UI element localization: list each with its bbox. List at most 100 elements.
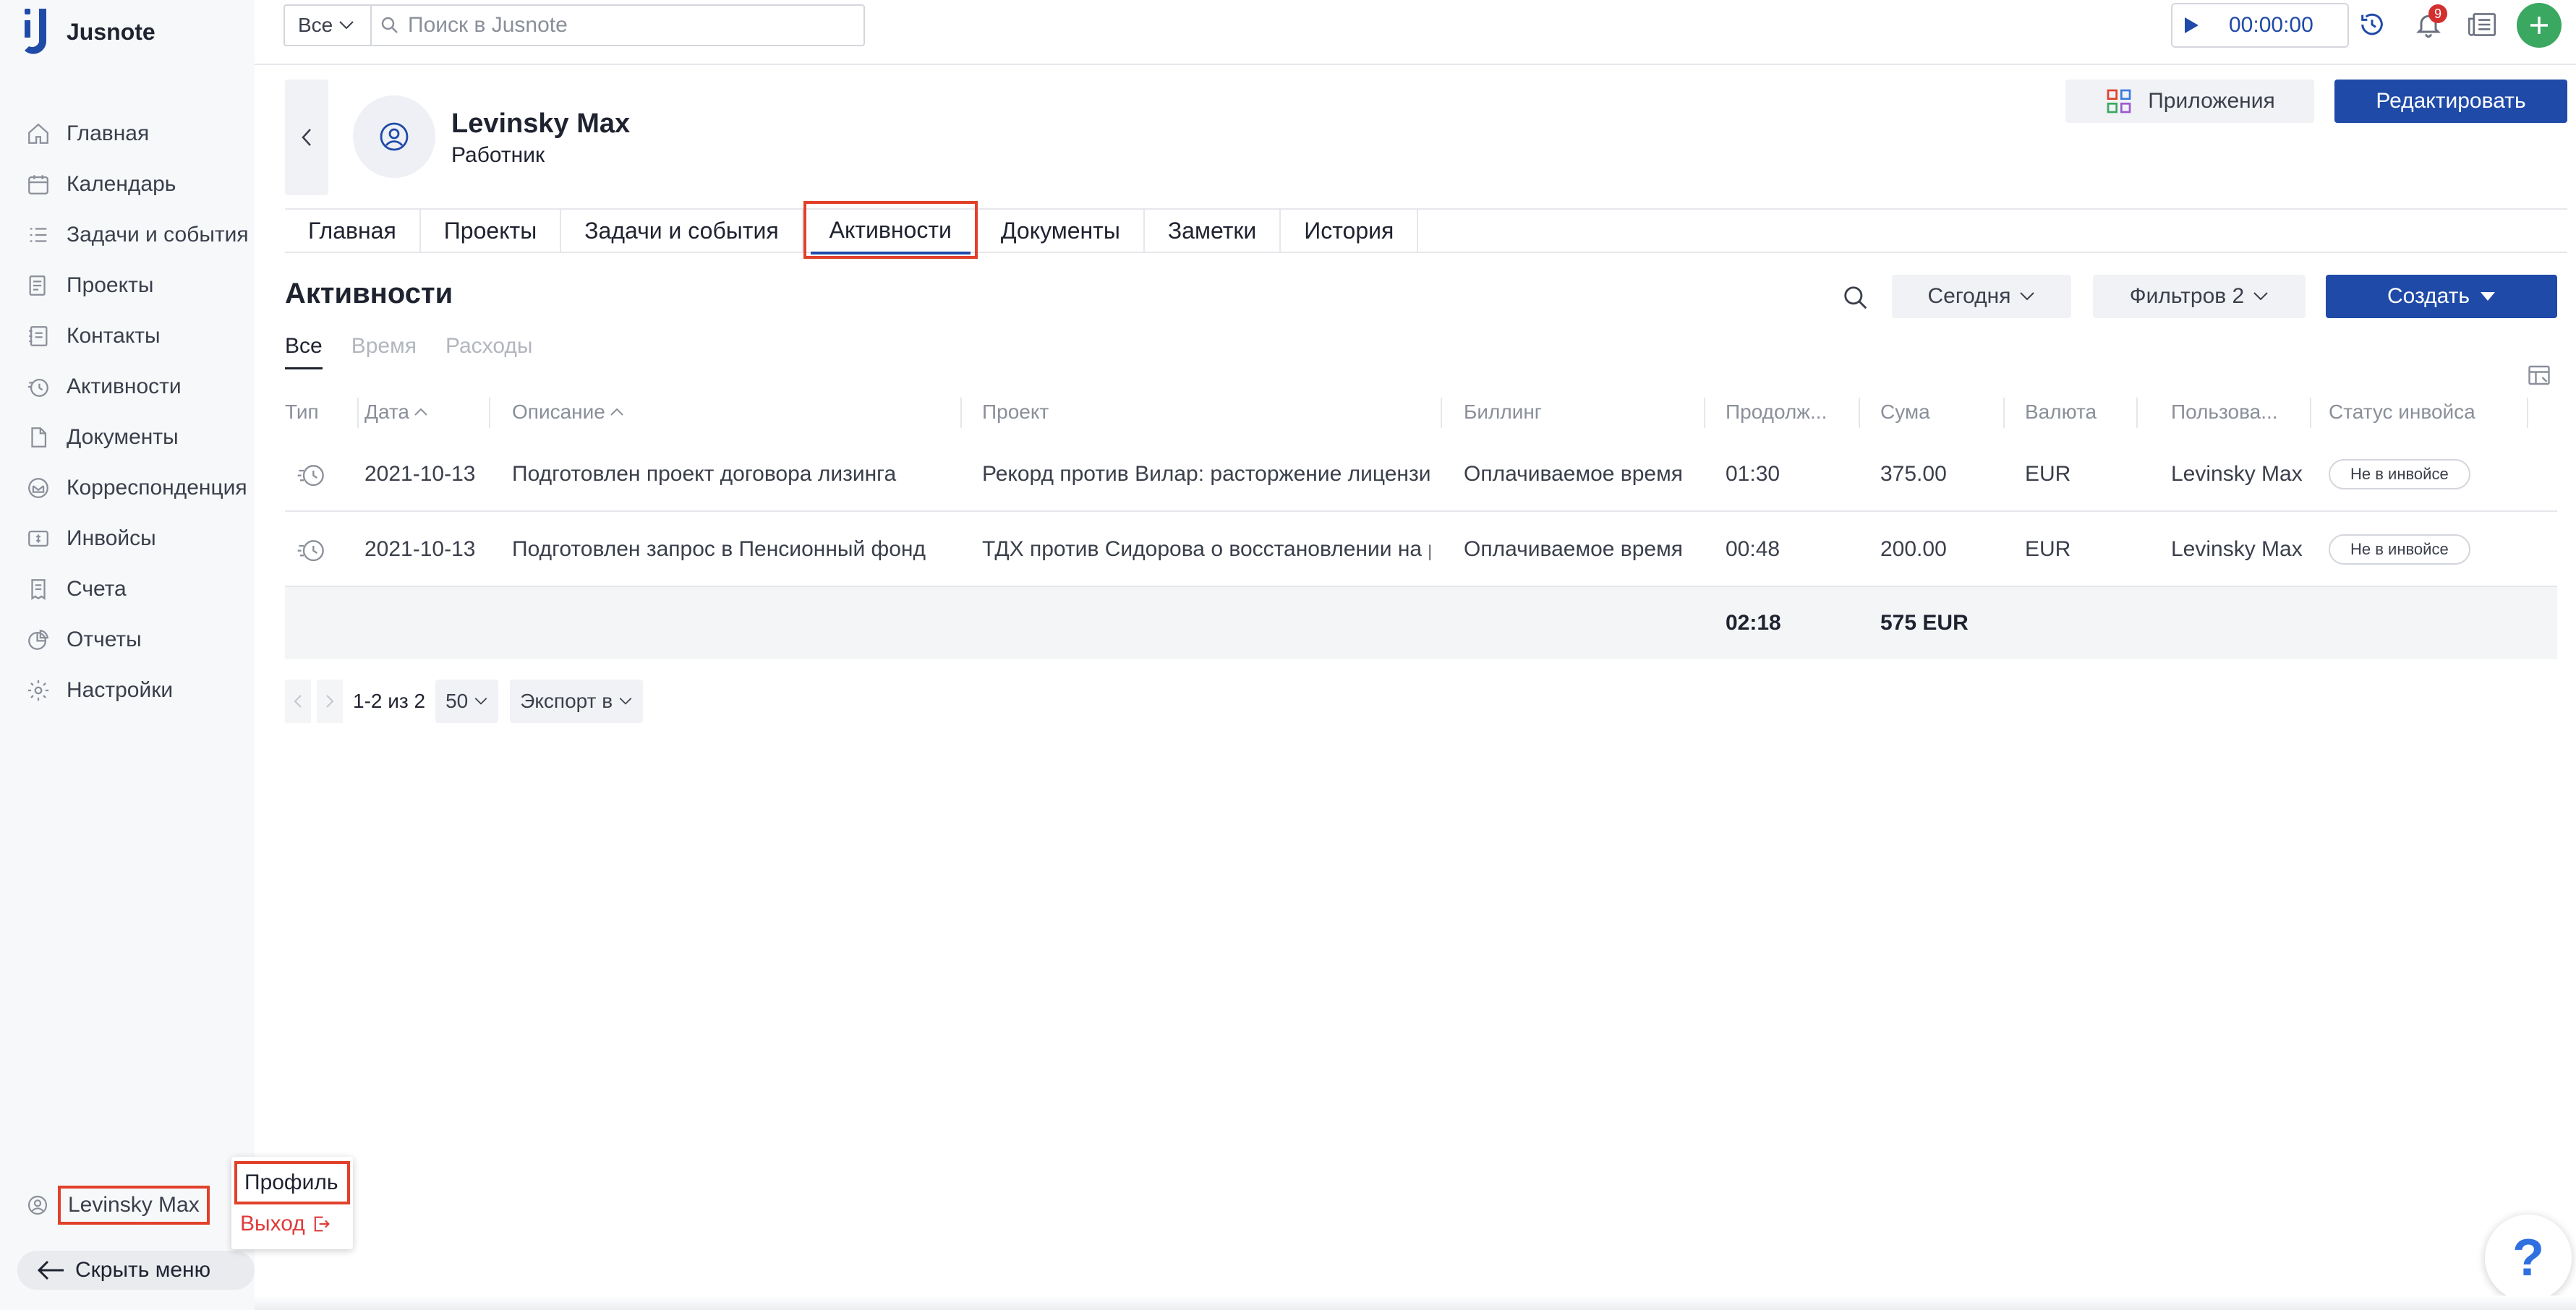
subtab-all[interactable]: Все [285, 334, 323, 369]
sidebar-item-projects[interactable]: Проекты [0, 260, 255, 311]
current-user[interactable]: Levinsky Max [26, 1186, 210, 1225]
column-divider[interactable] [1859, 398, 1860, 428]
time-tracker: 00:00:00 [2171, 3, 2349, 48]
person-name: Levinsky Max [451, 108, 631, 139]
notifications-button[interactable]: 9 [2410, 4, 2447, 43]
profile-menu-item[interactable]: Профиль [234, 1161, 350, 1204]
create-label: Создать [2387, 284, 2470, 308]
period-select[interactable]: Сегодня [1892, 275, 2071, 318]
row-invoice-status: Не в инвойсе [2329, 512, 2470, 587]
activities-table: Тип Дата Описание Проект Биллинг Продолж… [285, 390, 2557, 659]
subtab-time[interactable]: Время [351, 334, 417, 369]
table-row[interactable]: 2021-10-13 Подготовлен запрос в Пенсионн… [285, 512, 2557, 587]
play-icon[interactable] [2183, 16, 2200, 35]
search-icon [1844, 286, 1867, 309]
tab-tasks[interactable]: Задачи и события [561, 210, 803, 252]
search-input[interactable] [408, 13, 842, 38]
apps-button[interactable]: Приложения [2065, 80, 2314, 123]
calendar-icon [28, 175, 48, 194]
user-name[interactable]: Levinsky Max [58, 1186, 210, 1225]
column-header-project[interactable]: Проект [982, 401, 1049, 424]
sidebar-item-invoices[interactable]: Инвойсы [0, 513, 255, 564]
chevron-down-icon [339, 21, 354, 30]
sidebar-item-activities[interactable]: Активности [0, 361, 255, 412]
user-icon [27, 1195, 48, 1215]
column-header-invoice-status[interactable]: Статус инвойса [2329, 401, 2475, 424]
tab-history[interactable]: История [1281, 210, 1419, 252]
column-settings-button[interactable] [2522, 359, 2556, 392]
column-divider[interactable] [960, 398, 962, 428]
row-billing: Оплачиваемое время [1464, 462, 1683, 486]
quick-add-button[interactable] [2517, 3, 2562, 48]
section-search-button[interactable] [1837, 279, 1875, 317]
sidebar-item-label: Инвойсы [67, 526, 156, 550]
column-divider[interactable] [2003, 398, 2005, 428]
hide-menu-button[interactable]: Скрыть меню [17, 1251, 255, 1290]
time-entry-icon [295, 437, 327, 512]
back-button[interactable] [285, 80, 328, 195]
help-button[interactable]: ? [2485, 1215, 2572, 1301]
time-history-button[interactable] [2353, 6, 2391, 43]
sidebar: Jusnote Главная Календарь Задачи и событ… [0, 0, 255, 1310]
user-icon [380, 122, 409, 151]
column-divider[interactable] [1441, 398, 1442, 428]
app-logo[interactable]: Jusnote [22, 6, 155, 58]
sidebar-item-contacts[interactable]: Контакты [0, 311, 255, 361]
row-project[interactable]: Рекорд против Вилар: расторжение лицензи… [982, 437, 1430, 512]
chevron-down-icon [2020, 292, 2035, 301]
tab-main[interactable]: Главная [285, 210, 421, 252]
column-divider[interactable] [2310, 398, 2311, 428]
tab-notes[interactable]: Заметки [1145, 210, 1281, 252]
next-page-button[interactable] [317, 680, 343, 723]
tab-projects[interactable]: Проекты [421, 210, 562, 252]
status-badge: Не в инвойсе [2329, 534, 2470, 565]
subtab-expenses[interactable]: Расходы [445, 334, 532, 369]
page-size-select[interactable]: 50 [435, 680, 499, 723]
column-header-description[interactable]: Описание [512, 401, 624, 424]
row-description[interactable]: Подготовлен запрос в Пенсионный фонд [512, 512, 953, 587]
column-header-date[interactable]: Дата [364, 401, 428, 424]
column-header-billing[interactable]: Биллинг [1464, 401, 1542, 424]
row-description[interactable]: Подготовлен проект договора лизинга [512, 437, 953, 512]
column-divider[interactable] [2136, 398, 2138, 428]
tab-activities[interactable]: Активности [803, 201, 978, 259]
sidebar-item-label: Контакты [67, 324, 161, 348]
sidebar-item-calendar[interactable]: Календарь [0, 159, 255, 210]
sidebar-item-settings[interactable]: Настройки [0, 665, 255, 716]
column-divider[interactable] [357, 398, 359, 428]
column-header-currency[interactable]: Валюта [2025, 401, 2097, 424]
export-select[interactable]: Экспорт в [510, 680, 644, 723]
sidebar-item-accounts[interactable]: Счета [0, 564, 255, 615]
sidebar-item-label: Настройки [67, 678, 174, 702]
column-header-duration[interactable]: Продолж... [1726, 401, 1827, 424]
sidebar-item-correspondence[interactable]: Корреспонденция [0, 463, 255, 513]
activity-type-tabs: Все Время Расходы [285, 334, 532, 369]
clock-history-icon [2361, 13, 2383, 35]
sidebar-item-tasks[interactable]: Задачи и события [0, 210, 255, 260]
filters-button[interactable]: Фильтров 2 [2093, 275, 2306, 318]
create-button[interactable]: Создать [2326, 275, 2557, 318]
edit-button[interactable]: Редактировать [2334, 80, 2567, 123]
activities-icon [27, 378, 48, 397]
row-amount: 375.00 [1880, 462, 1947, 486]
column-header-user[interactable]: Пользова... [2171, 401, 2278, 424]
sidebar-item-documents[interactable]: Документы [0, 412, 255, 463]
total-amount: 575 EUR [1880, 611, 1969, 635]
logout-menu-item[interactable]: Выход [240, 1212, 331, 1236]
sidebar-item-home[interactable]: Главная [0, 108, 255, 159]
chevron-left-icon [302, 129, 311, 146]
tasks-icon [30, 228, 47, 242]
news-button[interactable] [2463, 6, 2501, 43]
column-divider[interactable] [2527, 398, 2528, 428]
tab-documents[interactable]: Документы [978, 210, 1145, 252]
sidebar-item-reports[interactable]: Отчеты [0, 615, 255, 665]
sidebar-item-label: Календарь [67, 172, 176, 196]
column-header-amount[interactable]: Сума [1880, 401, 1930, 424]
prev-page-button[interactable] [285, 680, 311, 723]
column-divider[interactable] [489, 398, 490, 428]
table-row[interactable]: 2021-10-13 Подготовлен проект договора л… [285, 437, 2557, 512]
sidebar-item-label: Счета [67, 577, 127, 601]
search-scope-select[interactable]: Все [283, 4, 372, 46]
column-divider[interactable] [1704, 398, 1705, 428]
row-project[interactable]: ТДХ против Сидорова о восстановлении на … [982, 512, 1430, 587]
